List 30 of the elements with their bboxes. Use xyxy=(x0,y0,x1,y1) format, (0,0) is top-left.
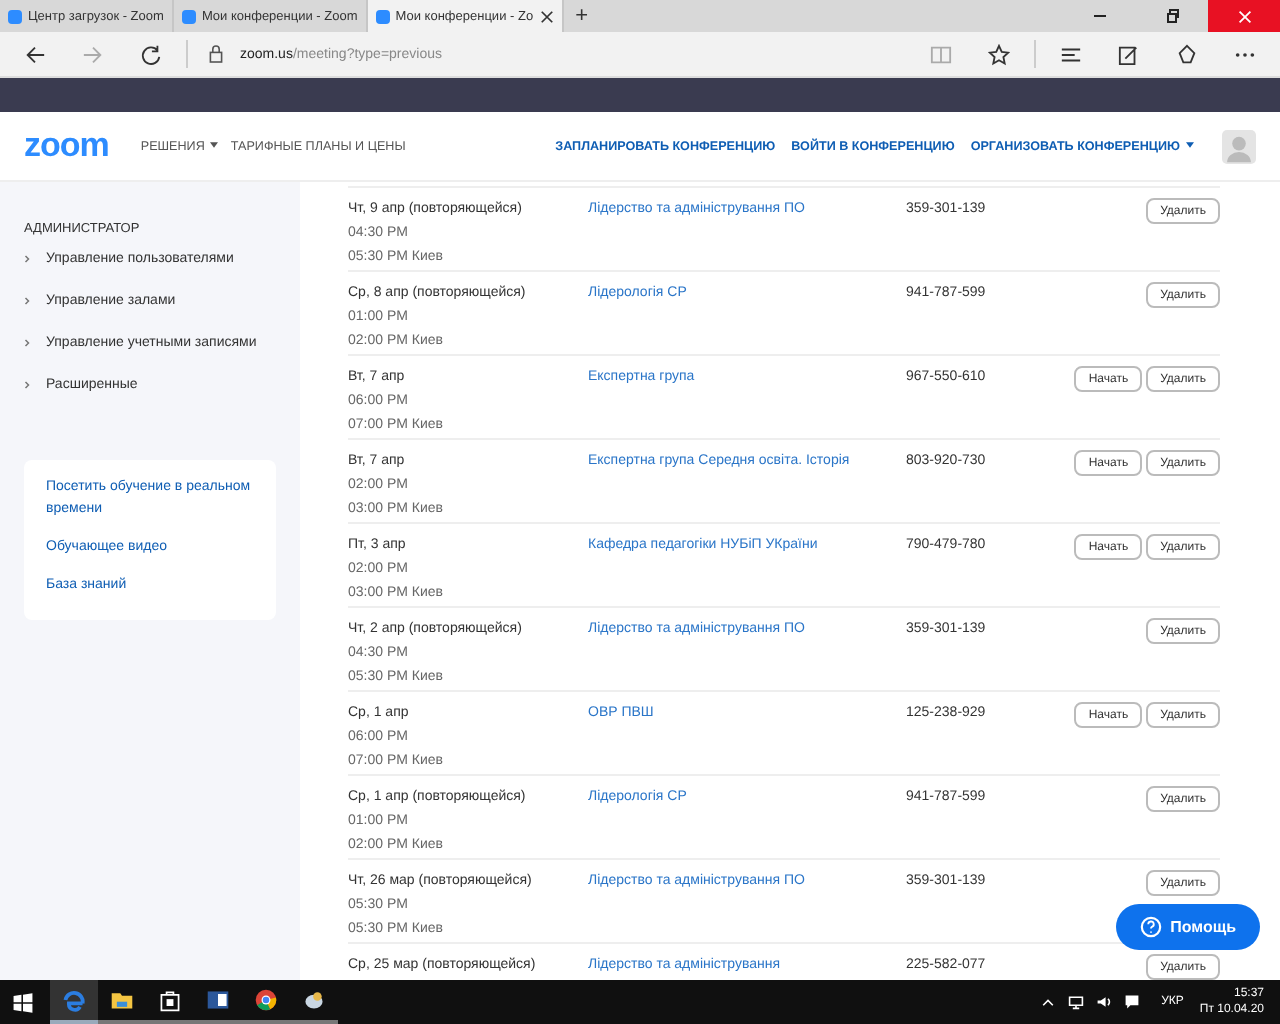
question-icon xyxy=(1140,916,1163,938)
caret-icon xyxy=(210,142,219,149)
close-icon[interactable] xyxy=(539,9,554,23)
close-button[interactable] xyxy=(1208,0,1280,32)
restore-icon[interactable] xyxy=(1162,6,1182,26)
hub-icon[interactable] xyxy=(1060,43,1082,65)
caret-icon xyxy=(1186,142,1194,149)
store-bag-icon[interactable] xyxy=(158,988,182,1012)
chevron-icon xyxy=(24,338,30,348)
notification-icon[interactable] xyxy=(1123,994,1140,1010)
folder-icon[interactable] xyxy=(110,988,134,1012)
star-icon[interactable] xyxy=(988,43,1010,65)
chevron-icon xyxy=(24,296,30,306)
network-icon[interactable] xyxy=(1067,994,1084,1010)
app-icon[interactable] xyxy=(302,988,326,1012)
chevron-icon xyxy=(24,380,30,390)
new-tab-button[interactable]: + xyxy=(563,0,600,32)
chevron-up-icon[interactable] xyxy=(1039,994,1056,1010)
help-button[interactable]: Помощь xyxy=(1116,904,1260,950)
chrome-browser-icon[interactable] xyxy=(254,988,278,1012)
edge-browser-icon[interactable] xyxy=(62,988,86,1012)
note-icon[interactable] xyxy=(1118,43,1140,65)
lock-icon xyxy=(208,44,224,64)
chevron-icon xyxy=(24,254,30,264)
refresh-icon[interactable] xyxy=(140,43,162,65)
back-icon[interactable] xyxy=(24,43,46,65)
volume-icon[interactable] xyxy=(1095,994,1112,1010)
windows-start-icon[interactable] xyxy=(12,991,34,1013)
share-icon[interactable] xyxy=(1176,43,1198,65)
document-icon[interactable] xyxy=(206,988,230,1012)
